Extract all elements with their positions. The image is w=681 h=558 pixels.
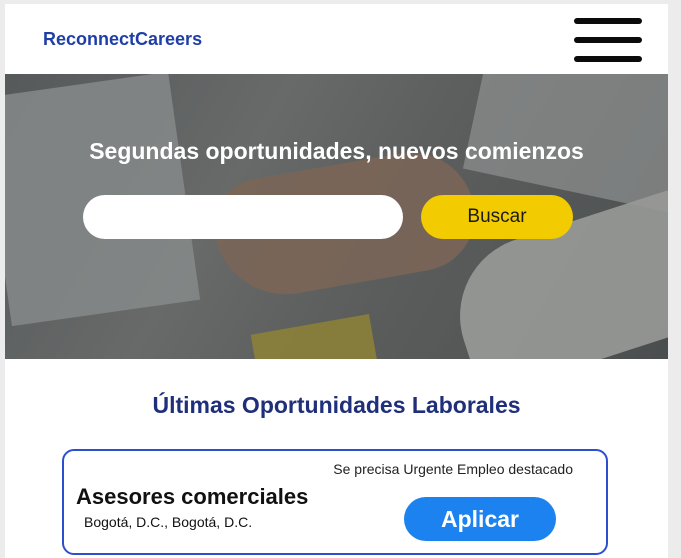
job-meta-tags: Se precisa Urgente Empleo destacado: [333, 461, 573, 477]
job-location: Bogotá, D.C., Bogotá, D.C.: [84, 514, 253, 530]
menu-bar-line: [574, 37, 642, 43]
job-title[interactable]: Asesores comerciales: [76, 484, 308, 510]
menu-bar-line: [574, 18, 642, 24]
top-navigation-bar: ReconnectCareers: [5, 4, 668, 74]
job-card[interactable]: Se precisa Urgente Empleo destacado Ases…: [62, 449, 608, 555]
section-title: Últimas Oportunidades Laborales: [152, 392, 521, 418]
page-frame: ReconnectCareers Segundas oportunidades,…: [5, 4, 668, 558]
brand-logo-link[interactable]: ReconnectCareers: [43, 29, 202, 50]
menu-bar-line: [574, 56, 642, 62]
search-input[interactable]: [83, 195, 403, 239]
apply-button[interactable]: Aplicar: [404, 497, 556, 541]
search-button[interactable]: Buscar: [421, 195, 573, 239]
hamburger-menu-icon[interactable]: [574, 18, 642, 62]
hero-title: Segundas oportunidades, nuevos comienzos: [89, 138, 584, 164]
hero-banner: Segundas oportunidades, nuevos comienzos…: [5, 74, 668, 359]
